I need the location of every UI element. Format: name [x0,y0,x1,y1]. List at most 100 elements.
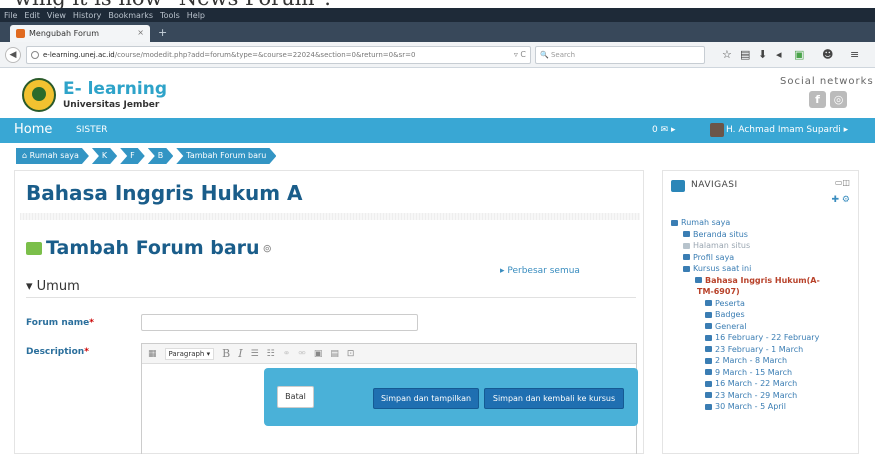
nav-item-general[interactable]: General [663,321,860,332]
facebook-icon[interactable]: f [809,91,826,108]
block-controls-icon[interactable]: ▭◫ [835,178,850,187]
site-header: E- learning Universitas Jember Social ne… [0,68,875,118]
breadcrumb-item[interactable]: F [120,148,145,164]
nav-home-link[interactable]: Home [14,122,52,137]
avatar[interactable] [710,123,724,137]
forum-name-input[interactable] [141,314,418,331]
nav-item-home[interactable]: Rumah saya [663,217,860,228]
nav-item-week[interactable]: 16 March - 22 March [663,378,860,389]
numbered-list-icon[interactable]: ☷ [267,349,275,359]
bookmark-star-icon[interactable]: ☆ [722,48,732,62]
nav-item-week[interactable]: 30 March - 5 April [663,401,860,412]
folder-icon [705,334,712,341]
nav-label: Badges [715,310,745,319]
nav-item-site-pages[interactable]: Halaman situs [663,240,860,251]
moodle-favicon-icon [16,29,25,38]
menu-history[interactable]: History [73,11,101,20]
file-icon[interactable]: ⊡ [347,349,355,359]
social-share-icon[interactable]: ◎ [830,91,847,108]
forum-name-label: Forum name* [26,318,94,328]
nav-item-badges[interactable]: Badges [663,309,860,320]
italic-icon[interactable]: I [238,347,242,360]
menu-edit[interactable]: Edit [24,11,40,20]
format-value: Paragraph [168,349,205,358]
folder-icon [705,403,712,410]
chat-icon[interactable]: ☻ [822,48,833,62]
tab-close-icon[interactable]: × [137,28,144,37]
link-icon[interactable]: ⚭ [283,349,291,359]
search-placeholder: Search [550,51,576,59]
breadcrumb-item-current[interactable]: Tambah Forum baru [176,148,276,164]
navigation-block: NAVIGASI ▭◫ ✚ ⚙ Rumah saya Beranda situs… [662,170,859,454]
menu-help[interactable]: Help [187,11,205,20]
menu-view[interactable]: View [47,11,66,20]
home-icon: ⌂ [22,151,30,160]
nav-item-week[interactable]: 2 March - 8 March [663,355,860,366]
add-block-icon[interactable]: ✚ ⚙ [832,195,850,205]
url-path: /course/modedit.php?add=forum&type=&cour… [114,51,416,59]
nav-item-week[interactable]: 9 March - 15 March [663,367,860,378]
nav-item-profile[interactable]: Profil saya [663,252,860,263]
form-actions-dialog: Batal Simpan dan tampilkan Simpan dan ke… [264,368,638,426]
back-arrow-icon[interactable]: ◀ [5,47,21,63]
breadcrumb-item-home[interactable]: ⌂ Rumah saya [16,148,89,164]
folder-icon [705,300,712,306]
downloads-icon[interactable]: ⬇ [758,48,767,62]
reading-list-icon[interactable]: ▤ [740,48,750,62]
hamburger-menu-icon[interactable]: ≡ [850,48,859,62]
browser-tabbar: Mengubah Forum × + [0,22,875,42]
new-tab-button[interactable]: + [158,26,167,39]
media-icon[interactable]: ▤ [330,349,339,359]
divider [26,297,636,298]
nav-item-participants[interactable]: Peserta [663,298,860,309]
nav-sister-link[interactable]: SISTER [76,125,108,135]
required-mark: * [84,347,89,357]
bold-icon[interactable]: B [222,347,230,360]
nav-item-current-course[interactable]: Kursus saat ini [663,263,860,274]
nav-label: 9 March - 15 March [715,367,793,377]
browser-tab[interactable]: Mengubah Forum × [10,25,150,42]
addon-icon[interactable]: ▣ [794,48,804,62]
breadcrumb-item[interactable]: K [92,148,117,164]
folder-icon [705,357,712,364]
menu-file[interactable]: File [4,11,17,20]
help-icon[interactable]: ⊚ [263,242,272,255]
save-and-return-button[interactable]: Simpan dan kembali ke kursus [484,388,624,409]
nav-item-course[interactable]: Bahasa Inggris Hukum(A- [663,275,860,286]
browser-search-input[interactable]: 🔍 Search [535,46,705,64]
university-logo[interactable] [22,78,56,112]
navigation-icon [671,180,685,192]
label-text: Forum name [26,318,90,328]
cancel-button[interactable]: Batal [277,386,314,408]
nav-label: Kursus saat ini [693,264,752,273]
toolbar-toggle-icon[interactable]: ▦ [148,349,157,359]
nav-item-week[interactable]: 23 March - 29 March [663,390,860,401]
nav-item-site-home[interactable]: Beranda situs [663,229,860,240]
nav-label: General [715,321,747,331]
expand-all-link[interactable]: ▸ Perbesar semua [500,266,580,276]
unlink-icon[interactable]: ⚮ [298,349,306,359]
breadcrumb-item[interactable]: B [148,148,174,164]
user-menu[interactable]: H. Achmad Imam Supardi ▸ [726,125,848,135]
main-navbar: Home SISTER 0 ✉ ▸ H. Achmad Imam Supardi… [0,118,875,143]
save-and-display-button[interactable]: Simpan dan tampilkan [373,388,479,409]
menu-tools[interactable]: Tools [160,11,180,20]
page-title: Tambah Forum baru ⊚ [26,237,272,259]
image-icon[interactable]: ▣ [314,349,323,359]
nav-label: 23 March - 29 March [715,390,798,400]
nav-item-week[interactable]: 23 February - 1 March [663,344,860,355]
messages-menu[interactable]: 0 ✉ ▸ [652,125,676,135]
bullet-list-icon[interactable]: ☰ [251,349,259,359]
page-icon [683,242,690,249]
breadcrumb: ⌂ Rumah saya K F B Tambah Forum baru [16,148,279,164]
reload-icon[interactable]: ▿ C [514,47,526,63]
nav-item-week[interactable]: 16 February - 22 February [663,332,860,343]
nav-item-course-code[interactable]: TM-6907) [663,286,860,297]
paragraph-format-select[interactable]: Paragraph ▾ [164,347,215,360]
brand-title: E- learning [63,79,168,99]
send-icon[interactable]: ◂ [776,48,782,62]
nav-label: Beranda situs [693,229,748,239]
menu-bookmarks[interactable]: Bookmarks [108,11,153,20]
url-bar[interactable]: e-learning.unej.ac.id/course/modedit.php… [26,46,531,64]
section-general-toggle[interactable]: ▾ Umum [26,279,80,294]
